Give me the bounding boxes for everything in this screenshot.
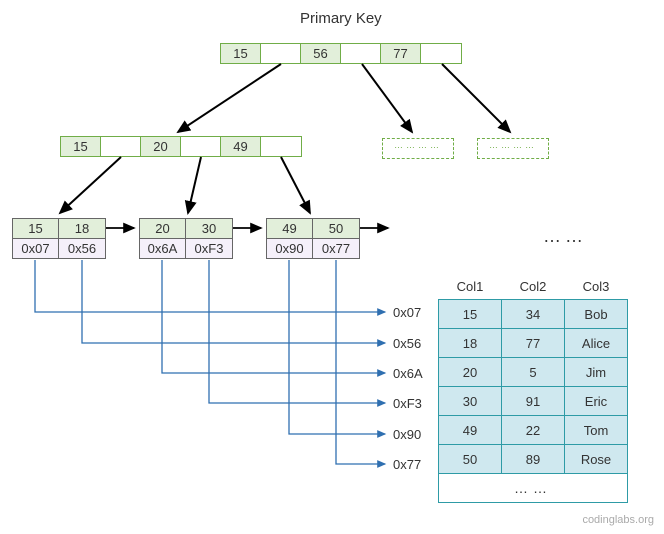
ghost-node-2: …………: [477, 138, 549, 159]
btree-root-node: 15 56 77: [220, 43, 462, 64]
mid-key-1: 20: [141, 137, 181, 156]
table-row: 3091Eric: [439, 387, 628, 416]
leaf-ptr: 0x6A: [140, 239, 186, 258]
diagram-title: Primary Key: [300, 10, 382, 27]
btree-internal-node: 15 20 49: [60, 136, 302, 157]
table-row: 5089Rose: [439, 445, 628, 474]
leaf-key: 18: [59, 219, 105, 238]
btree-leaf-0: 1518 0x070x56: [12, 218, 106, 259]
leaf-key: 50: [313, 219, 359, 238]
root-key-0: 15: [221, 44, 261, 63]
table-row: 4922Tom: [439, 416, 628, 445]
leaf-ptr: 0x56: [59, 239, 105, 258]
mid-ptr-0: [101, 137, 141, 156]
btree-leaf-1: 2030 0x6A0xF3: [139, 218, 233, 259]
leaf-ptr: 0x77: [313, 239, 359, 258]
ptr-label: 0x07: [393, 305, 421, 320]
leaf-key: 49: [267, 219, 313, 238]
table-row: 1877Alice: [439, 329, 628, 358]
ghost-node-1: …………: [382, 138, 454, 159]
mid-ptr-1: [181, 137, 221, 156]
leaf-ptr: 0xF3: [186, 239, 232, 258]
col-header: Col2: [502, 273, 565, 300]
leaf-ellipsis: ……: [543, 226, 587, 247]
leaf-ptr: 0x07: [13, 239, 59, 258]
data-table: Col1 Col2 Col3 1534Bob 1877Alice 205Jim …: [438, 273, 628, 503]
mid-key-2: 49: [221, 137, 261, 156]
ptr-label: 0xF3: [393, 396, 422, 411]
ptr-label: 0x56: [393, 336, 421, 351]
root-ptr-1: [341, 44, 381, 63]
leaf-ptr: 0x90: [267, 239, 313, 258]
leaf-key: 15: [13, 219, 59, 238]
root-ptr-2: [421, 44, 461, 63]
ptr-label: 0x77: [393, 457, 421, 472]
ptr-label: 0x6A: [393, 366, 423, 381]
table-row: 205Jim: [439, 358, 628, 387]
ptr-label: 0x90: [393, 427, 421, 442]
root-key-1: 56: [301, 44, 341, 63]
table-row: 1534Bob: [439, 300, 628, 329]
leaf-key: 30: [186, 219, 232, 238]
col-header: Col3: [565, 273, 628, 300]
credit-text: codinglabs.org: [582, 514, 654, 526]
table-ellipsis-row: ……: [439, 474, 628, 503]
mid-ptr-2: [261, 137, 301, 156]
mid-key-0: 15: [61, 137, 101, 156]
root-ptr-0: [261, 44, 301, 63]
btree-leaf-2: 4950 0x900x77: [266, 218, 360, 259]
col-header: Col1: [439, 273, 502, 300]
leaf-key: 20: [140, 219, 186, 238]
root-key-2: 77: [381, 44, 421, 63]
